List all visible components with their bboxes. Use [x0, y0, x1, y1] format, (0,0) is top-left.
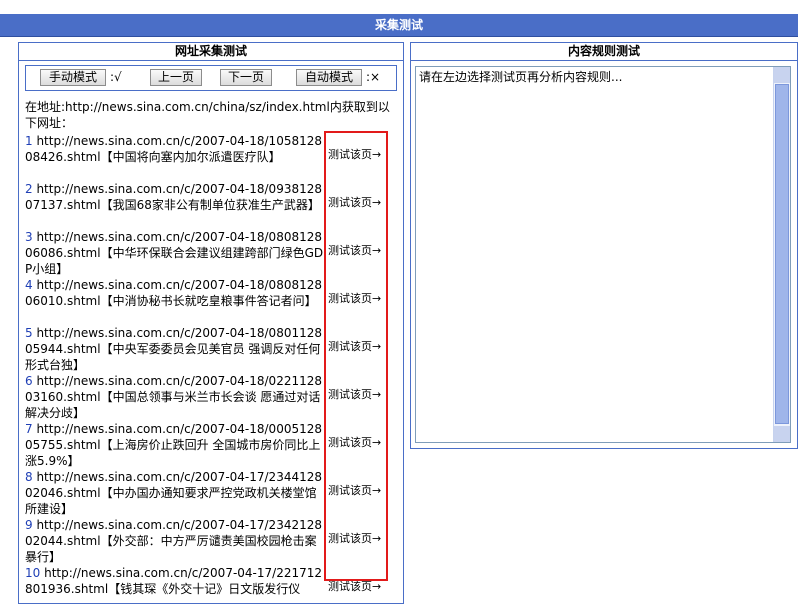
url-item-url: http://news.sina.com.cn/c/2007-04-18/080… — [25, 230, 324, 276]
content-rule-output[interactable]: 请在左边选择测试页再分析内容规则... — [415, 66, 791, 443]
content-rule-panel-title: 内容规则测试 — [411, 43, 797, 61]
auto-mode-button[interactable]: 自动模式 — [296, 69, 362, 86]
url-item-number: 8 — [25, 470, 33, 484]
url-item-text: 4 http://news.sina.com.cn/c/2007-04-18/0… — [25, 277, 325, 309]
url-item-number: 2 — [25, 182, 33, 196]
url-list-item: 8 http://news.sina.com.cn/c/2007-04-17/2… — [25, 469, 397, 517]
url-item-number: 3 — [25, 230, 33, 244]
prev-page-button[interactable]: 上一页 — [150, 69, 202, 86]
auto-mode-status: :× — [366, 70, 381, 84]
test-page-link[interactable]: 测试该页→ — [328, 482, 381, 498]
content-rule-placeholder: 请在左边选择测试页再分析内容规则... — [419, 70, 623, 84]
url-item-number: 1 — [25, 134, 33, 148]
test-page-link[interactable]: 测试该页→ — [328, 338, 381, 354]
test-page-link[interactable]: 测试该页→ — [328, 434, 381, 450]
mode-toolbar: 手动模式 :√ 上一页 下一页 自动模式 :× — [25, 65, 397, 91]
url-list-item: 10 http://news.sina.com.cn/c/2007-04-17/… — [25, 565, 397, 613]
manual-mode-status: :√ — [110, 70, 122, 84]
url-collect-panel: 网址采集测试 手动模式 :√ 上一页 下一页 自动模式 :× 在地址:http:… — [18, 42, 404, 604]
url-item-text: 7 http://news.sina.com.cn/c/2007-04-18/0… — [25, 421, 325, 469]
url-item-number: 9 — [25, 518, 33, 532]
url-item-url: http://news.sina.com.cn/c/2007-04-18/000… — [25, 422, 322, 468]
url-list-item: 2 http://news.sina.com.cn/c/2007-04-18/0… — [25, 181, 397, 229]
manual-mode-button[interactable]: 手动模式 — [40, 69, 106, 86]
url-list-item: 7 http://news.sina.com.cn/c/2007-04-18/0… — [25, 421, 397, 469]
url-collect-panel-title: 网址采集测试 — [19, 43, 403, 61]
scroll-up-arrow-icon[interactable] — [774, 67, 790, 83]
url-item-text: 1 http://news.sina.com.cn/c/2007-04-18/1… — [25, 133, 325, 165]
output-scrollbar[interactable] — [773, 67, 790, 442]
test-page-link[interactable]: 测试该页→ — [328, 146, 381, 162]
url-list-item: 4 http://news.sina.com.cn/c/2007-04-18/0… — [25, 277, 397, 325]
url-item-url: http://news.sina.com.cn/c/2007-04-18/080… — [25, 326, 322, 372]
url-item-text: 8 http://news.sina.com.cn/c/2007-04-17/2… — [25, 469, 325, 517]
url-list-item: 3 http://news.sina.com.cn/c/2007-04-18/0… — [25, 229, 397, 277]
url-item-text: 2 http://news.sina.com.cn/c/2007-04-18/0… — [25, 181, 325, 213]
scroll-down-arrow-icon[interactable] — [774, 426, 790, 442]
test-page-link[interactable]: 测试该页→ — [328, 194, 381, 210]
source-address-line: 在地址:http://news.sina.com.cn/china/sz/ind… — [25, 100, 390, 130]
url-item-text: 9 http://news.sina.com.cn/c/2007-04-17/2… — [25, 517, 325, 565]
url-item-number: 7 — [25, 422, 33, 436]
url-list-item: 6 http://news.sina.com.cn/c/2007-04-18/0… — [25, 373, 397, 421]
url-item-text: 3 http://news.sina.com.cn/c/2007-04-18/0… — [25, 229, 325, 277]
test-page-link[interactable]: 测试该页→ — [328, 290, 381, 306]
url-list: 1 http://news.sina.com.cn/c/2007-04-18/1… — [25, 133, 397, 613]
url-item-url: http://news.sina.com.cn/c/2007-04-17/234… — [25, 518, 322, 564]
url-list-item: 1 http://news.sina.com.cn/c/2007-04-18/1… — [25, 133, 397, 181]
url-item-text: 10 http://news.sina.com.cn/c/2007-04-17/… — [25, 565, 325, 597]
test-page-link[interactable]: 测试该页→ — [328, 578, 381, 594]
url-item-url: http://news.sina.com.cn/c/2007-04-17/234… — [25, 470, 322, 516]
url-item-number: 5 — [25, 326, 33, 340]
scroll-thumb[interactable] — [775, 84, 789, 424]
url-item-url: http://news.sina.com.cn/c/2007-04-18/093… — [25, 182, 322, 212]
url-item-url: http://news.sina.com.cn/c/2007-04-18/022… — [25, 374, 322, 420]
url-item-text: 6 http://news.sina.com.cn/c/2007-04-18/0… — [25, 373, 325, 421]
test-page-link[interactable]: 测试该页→ — [328, 242, 381, 258]
url-item-number: 6 — [25, 374, 33, 388]
window-title: 采集测试 — [374, 18, 423, 32]
url-item-url: http://news.sina.com.cn/c/2007-04-18/080… — [25, 278, 322, 308]
url-item-url: http://news.sina.com.cn/c/2007-04-17/221… — [25, 566, 323, 596]
test-page-link[interactable]: 测试该页→ — [328, 386, 381, 402]
content-rule-panel: 内容规则测试 请在左边选择测试页再分析内容规则... — [410, 42, 798, 449]
next-page-button[interactable]: 下一页 — [220, 69, 272, 86]
url-item-number: 4 — [25, 278, 33, 292]
window-title-bar: 采集测试 — [0, 14, 798, 37]
url-item-url: http://news.sina.com.cn/c/2007-04-18/105… — [25, 134, 322, 164]
test-page-link[interactable]: 测试该页→ — [328, 530, 381, 546]
url-list-item: 9 http://news.sina.com.cn/c/2007-04-17/2… — [25, 517, 397, 565]
url-item-number: 10 — [25, 566, 41, 580]
url-item-text: 5 http://news.sina.com.cn/c/2007-04-18/0… — [25, 325, 325, 373]
url-list-item: 5 http://news.sina.com.cn/c/2007-04-18/0… — [25, 325, 397, 373]
